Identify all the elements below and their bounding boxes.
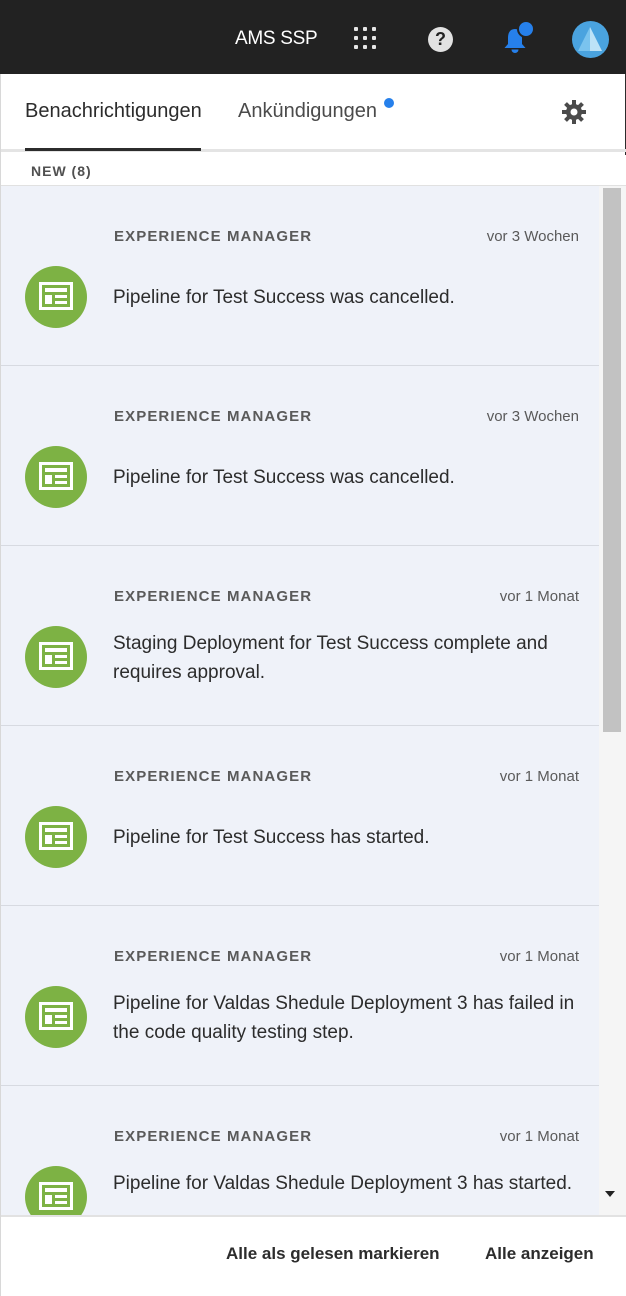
notification-item[interactable]: EXPERIENCE MANAGER vor 3 Wochen Pipeline… — [1, 186, 599, 366]
notification-message: Pipeline for Test Success was cancelled. — [113, 287, 455, 308]
notification-time: vor 3 Wochen — [486, 408, 579, 425]
help-icon[interactable]: ? — [428, 27, 453, 52]
notification-message: Pipeline for Test Success has started. — [113, 827, 430, 848]
experience-manager-icon — [25, 986, 87, 1048]
user-avatar[interactable] — [572, 21, 609, 58]
notification-message: Pipeline for Valdas Shedule Deployment 3… — [113, 993, 575, 1043]
scroll-down-arrow-icon[interactable] — [605, 1191, 615, 1197]
experience-manager-icon — [25, 1166, 87, 1215]
notification-source: EXPERIENCE MANAGER — [114, 1128, 313, 1145]
experience-manager-icon — [25, 626, 87, 688]
notifications-panel: Benachrichtigungen Ankündigungen NEW (8)… — [0, 74, 626, 1296]
experience-manager-icon — [25, 446, 87, 508]
view-all-button[interactable]: Alle anzeigen — [485, 1244, 594, 1264]
tab-announcements[interactable]: Ankündigungen — [238, 100, 377, 123]
notification-item[interactable]: EXPERIENCE MANAGER vor 1 Monat Pipeline … — [1, 906, 599, 1086]
notification-message: Staging Deployment for Test Success comp… — [113, 633, 548, 683]
apps-grid-icon[interactable] — [354, 27, 378, 51]
notification-badge — [517, 20, 535, 38]
section-label: NEW (8) — [31, 163, 92, 179]
notification-time: vor 1 Monat — [499, 1128, 579, 1145]
notification-message: Pipeline for Valdas Shedule Deployment 3… — [113, 1173, 573, 1194]
org-switcher[interactable]: AMS SSP — [235, 28, 318, 50]
notification-time: vor 1 Monat — [499, 768, 579, 785]
top-bar: AMS SSP ? — [0, 0, 626, 74]
section-header: NEW (8) — [1, 155, 626, 186]
notification-time: vor 1 Monat — [499, 588, 579, 605]
notification-time: vor 1 Monat — [499, 948, 579, 965]
mark-all-read-button[interactable]: Alle als gelesen markieren — [226, 1244, 440, 1264]
notification-source: EXPERIENCE MANAGER — [114, 408, 313, 425]
panel-footer: Alle als gelesen markieren Alle anzeigen — [1, 1215, 626, 1296]
notification-message: Pipeline for Test Success was cancelled. — [113, 467, 455, 488]
notification-item[interactable]: EXPERIENCE MANAGER vor 1 Monat Pipeline … — [1, 726, 599, 906]
tab-notifications[interactable]: Benachrichtigungen — [25, 100, 202, 123]
notification-list[interactable]: EXPERIENCE MANAGER vor 3 Wochen Pipeline… — [1, 186, 626, 1215]
notification-item[interactable]: EXPERIENCE MANAGER vor 1 Monat Staging D… — [1, 546, 599, 726]
gear-icon[interactable] — [560, 98, 588, 126]
active-tab-indicator — [25, 148, 201, 151]
notification-time: vor 3 Wochen — [486, 228, 579, 245]
notification-source: EXPERIENCE MANAGER — [114, 228, 313, 245]
notification-source: EXPERIENCE MANAGER — [114, 768, 313, 785]
tab-bar: Benachrichtigungen Ankündigungen — [1, 74, 626, 152]
announcements-unread-dot — [384, 98, 394, 108]
notification-item[interactable]: EXPERIENCE MANAGER vor 1 Monat Pipeline … — [1, 1086, 599, 1215]
notification-source: EXPERIENCE MANAGER — [114, 588, 313, 605]
notification-source: EXPERIENCE MANAGER — [114, 948, 313, 965]
experience-manager-icon — [25, 266, 87, 328]
experience-manager-icon — [25, 806, 87, 868]
scrollbar-thumb[interactable] — [603, 188, 621, 732]
notification-item[interactable]: EXPERIENCE MANAGER vor 3 Wochen Pipeline… — [1, 366, 599, 546]
